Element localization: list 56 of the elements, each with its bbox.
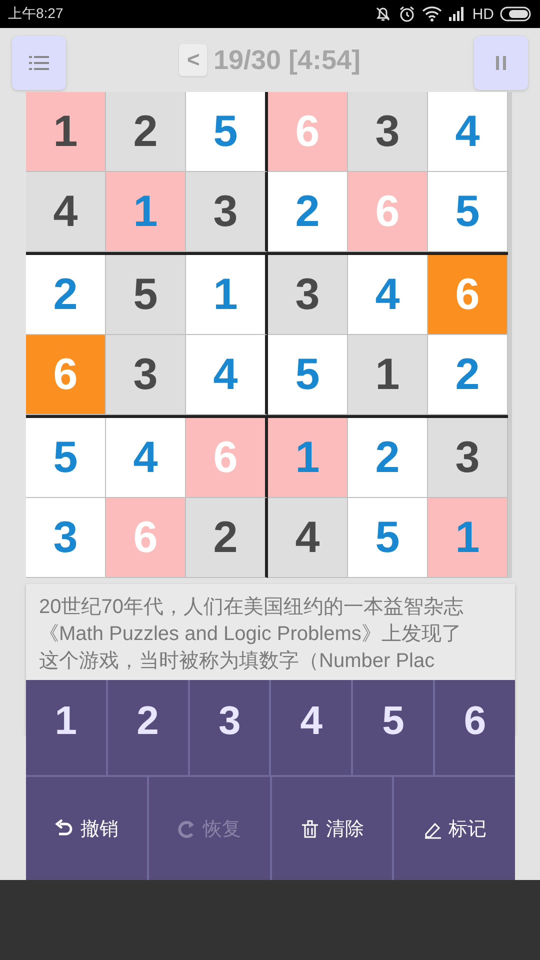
sudoku-cell[interactable]: 1 [106, 172, 186, 252]
sudoku-cell[interactable]: 6 [26, 335, 106, 415]
alarm-icon [398, 5, 416, 23]
sudoku-cell[interactable]: 6 [428, 255, 508, 335]
sudoku-cell[interactable]: 5 [268, 335, 348, 415]
sudoku-cell[interactable]: 3 [428, 418, 508, 498]
pause-button[interactable] [474, 36, 528, 90]
sudoku-cell[interactable]: 4 [428, 92, 508, 172]
info-text-line: 《Math Puzzles and Logic Problems》上发现了 [39, 622, 462, 647]
sudoku-cell[interactable]: 4 [186, 335, 268, 415]
digit-key[interactable]: 5 [353, 680, 436, 775]
sudoku-cell[interactable]: 1 [26, 92, 106, 172]
digit-key[interactable]: 2 [108, 680, 190, 775]
sudoku-cell[interactable]: 2 [26, 255, 106, 335]
sudoku-cell[interactable]: 3 [186, 172, 268, 252]
sudoku-cell[interactable]: 2 [268, 172, 348, 252]
sudoku-cell[interactable]: 5 [26, 418, 106, 498]
menu-button[interactable] [12, 36, 66, 90]
digit-key[interactable]: 6 [435, 680, 515, 775]
sudoku-cell[interactable]: 5 [106, 255, 186, 335]
network-type: HD [472, 6, 494, 22]
menu-icon [29, 55, 49, 71]
sudoku-cell[interactable]: 1 [348, 335, 428, 415]
sudoku-cell[interactable]: 1 [268, 418, 348, 498]
sudoku-cell[interactable]: 4 [268, 498, 348, 578]
sudoku-cell[interactable]: 3 [348, 92, 428, 172]
pause-icon [495, 55, 507, 71]
digit-key[interactable]: 3 [190, 680, 272, 775]
sudoku-cell[interactable]: 3 [268, 255, 348, 335]
level-timer: 19/30 [4:54] [213, 44, 361, 76]
sudoku-cell[interactable]: 1 [186, 255, 268, 335]
sudoku-cell[interactable]: 4 [26, 172, 106, 252]
sudoku-cell[interactable]: 5 [348, 498, 428, 578]
signal-icon [448, 7, 466, 21]
battery-icon [500, 6, 532, 22]
trash-icon [300, 818, 320, 838]
sudoku-cell[interactable]: 5 [186, 92, 268, 172]
sudoku-cell[interactable]: 5 [428, 172, 508, 252]
sudoku-cell[interactable]: 2 [186, 498, 268, 578]
sudoku-cell[interactable]: 2 [348, 418, 428, 498]
info-text-line: 20世纪70年代，人们在美国纽约的一本益智杂志 [39, 595, 464, 620]
status-time: 上午8:27 [8, 5, 64, 23]
sudoku-cell[interactable]: 4 [106, 418, 186, 498]
digit-key[interactable]: 4 [271, 680, 354, 775]
sudoku-cell[interactable]: 3 [26, 498, 106, 578]
sudoku-cell[interactable]: 1 [428, 498, 508, 578]
info-text-line: 这个游戏，当时被称为填数字（Number Plac [39, 649, 435, 674]
digit-key[interactable]: 1 [26, 680, 108, 775]
back-button[interactable]: < [179, 44, 208, 76]
sudoku-cell[interactable]: 3 [106, 335, 186, 415]
action-button[interactable]: 标记 [394, 777, 515, 880]
sudoku-cell[interactable]: 2 [106, 92, 186, 172]
sudoku-cell[interactable]: 2 [428, 335, 508, 415]
wifi-icon [422, 6, 442, 22]
sudoku-cell[interactable]: 4 [348, 255, 428, 335]
mute-bell-icon [374, 5, 392, 23]
